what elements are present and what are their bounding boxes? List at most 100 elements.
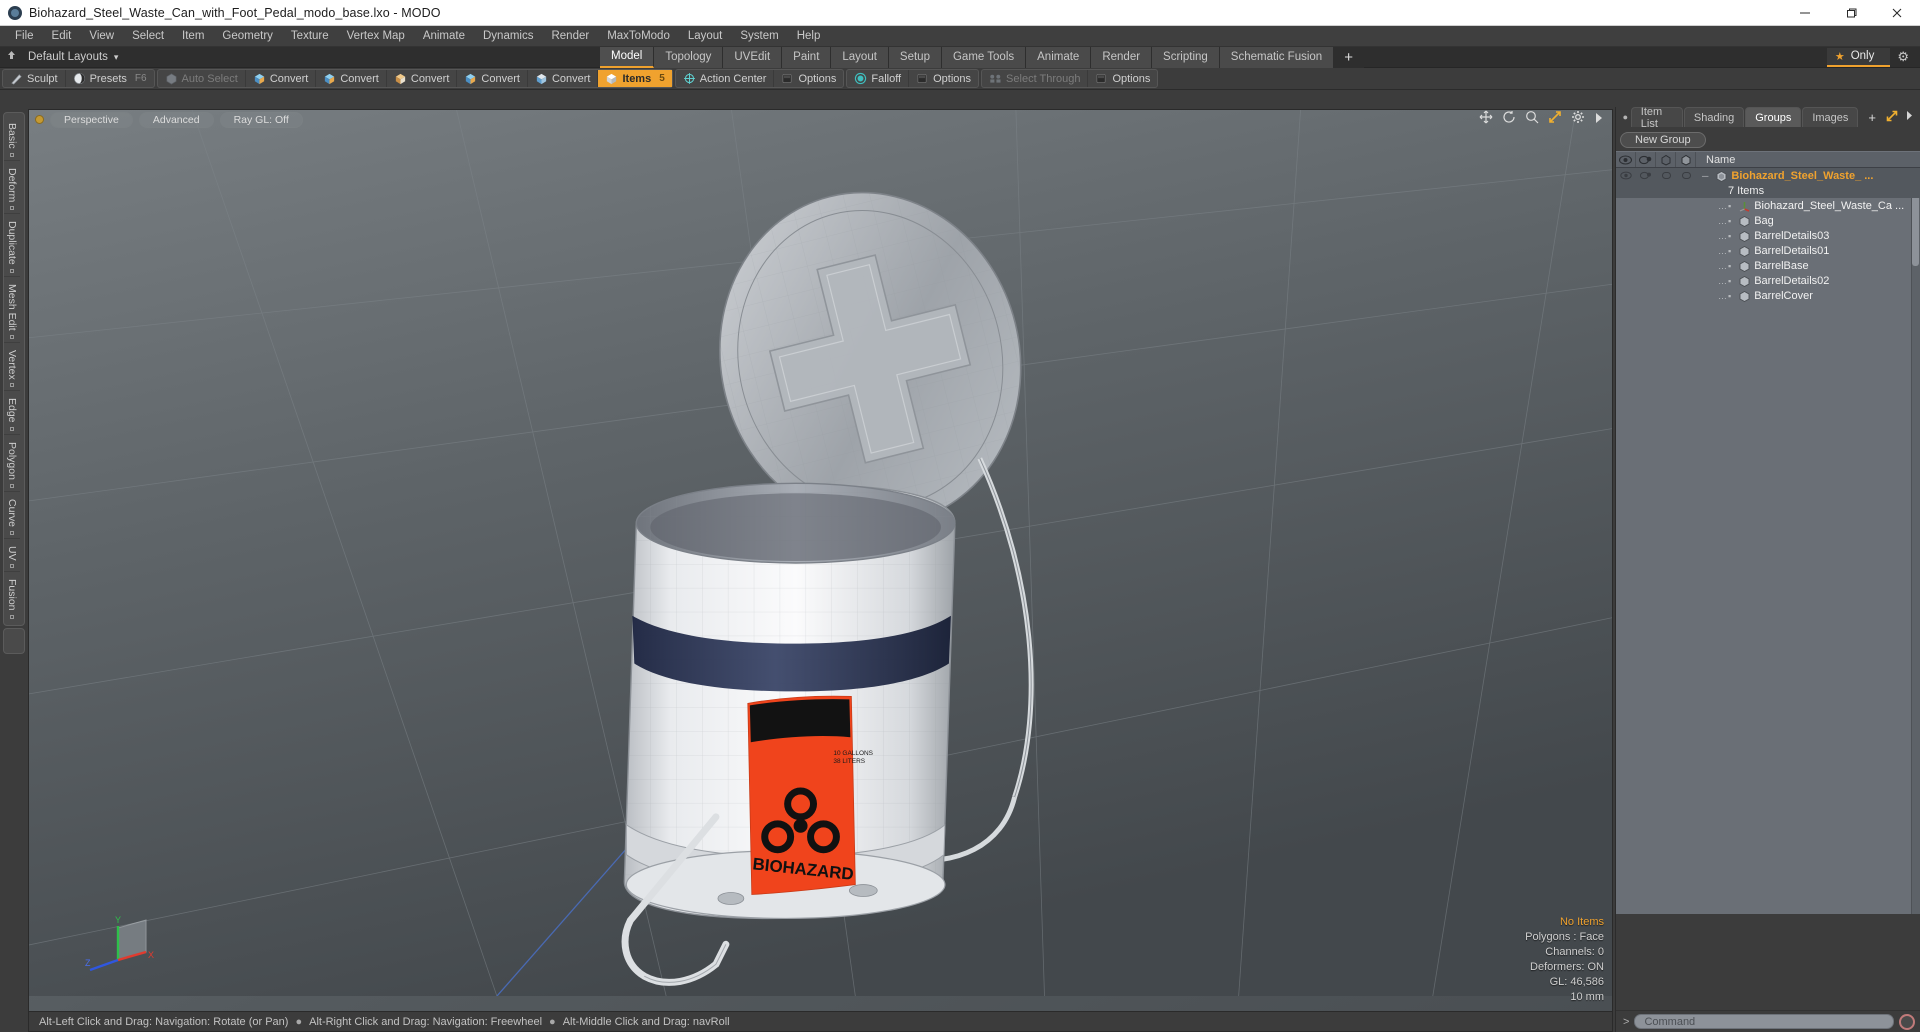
move-icon[interactable] xyxy=(1479,110,1493,129)
row-render-toggle[interactable] xyxy=(1636,258,1656,273)
menu-item-help[interactable]: Help xyxy=(788,28,830,44)
row-render-toggle[interactable] xyxy=(1636,198,1656,213)
layout-tab-layout[interactable]: Layout xyxy=(831,46,889,68)
layout-tab-scripting[interactable]: Scripting xyxy=(1152,46,1220,68)
menu-item-texture[interactable]: Texture xyxy=(282,28,338,44)
row-lock-toggle[interactable] xyxy=(1656,258,1676,273)
row-render-toggle[interactable] xyxy=(1636,168,1656,183)
panel-tab-shading[interactable]: Shading xyxy=(1683,107,1745,127)
viewport-raygl-selector[interactable]: Ray GL: Off xyxy=(219,111,303,128)
new-group-button[interactable]: New Group xyxy=(1620,132,1706,148)
row-visible-toggle[interactable] xyxy=(1616,198,1636,213)
menu-item-view[interactable]: View xyxy=(80,28,123,44)
row-render-toggle[interactable] xyxy=(1636,213,1656,228)
viewport-menu-dot-icon[interactable] xyxy=(35,115,44,124)
rail-tab-vertex[interactable]: Vertex xyxy=(4,343,20,392)
layout-tab-schematic-fusion[interactable]: Schematic Fusion xyxy=(1219,46,1335,68)
rotate-icon[interactable] xyxy=(1502,110,1516,129)
menu-item-animate[interactable]: Animate xyxy=(414,28,474,44)
tool-falloff-30[interactable]: Falloff xyxy=(847,70,910,87)
rail-tab-curve[interactable]: Curve xyxy=(4,492,20,539)
row-lock-toggle[interactable] xyxy=(1656,273,1676,288)
layout-tab-paint[interactable]: Paint xyxy=(782,46,832,68)
row-render-toggle[interactable] xyxy=(1636,288,1656,303)
tree-row[interactable]: …▪ Biohazard_Steel_Waste_Ca ... xyxy=(1616,198,1920,213)
panel-menu-dot-icon[interactable]: ● xyxy=(1620,107,1631,127)
gear-icon[interactable]: ⚙ xyxy=(1890,49,1916,65)
record-icon[interactable] xyxy=(1899,1013,1915,1030)
tool-options-41[interactable]: Options xyxy=(1088,70,1157,87)
row-lock-toggle[interactable] xyxy=(1656,243,1676,258)
column-wire-icon[interactable] xyxy=(1676,152,1696,167)
row-render-toggle[interactable] xyxy=(1636,228,1656,243)
chevron-right-icon[interactable] xyxy=(1905,110,1914,124)
tree-row[interactable]: …▪ Bag xyxy=(1616,213,1920,228)
tool-action-center-20[interactable]: Action Center xyxy=(676,70,775,87)
rail-tab-fusion[interactable]: Fusion xyxy=(4,572,20,622)
menu-item-select[interactable]: Select xyxy=(123,28,173,44)
zoom-icon[interactable] xyxy=(1525,110,1539,129)
add-panel-tab-button[interactable]: + xyxy=(1859,107,1885,127)
command-input[interactable] xyxy=(1634,1014,1894,1029)
row-wire-toggle[interactable] xyxy=(1676,243,1696,258)
tree-row[interactable]: …▪ BarrelDetails01 xyxy=(1616,243,1920,258)
layout-tab-topology[interactable]: Topology xyxy=(654,46,724,68)
row-render-toggle[interactable] xyxy=(1636,243,1656,258)
menu-item-vertex-map[interactable]: Vertex Map xyxy=(338,28,414,44)
tree-row[interactable]: …▪ BarrelCover xyxy=(1616,288,1920,303)
add-layout-tab-button[interactable]: + xyxy=(1334,46,1364,68)
tool-convert-11[interactable]: Convert xyxy=(246,70,317,87)
row-visible-toggle[interactable] xyxy=(1616,168,1636,183)
row-render-toggle[interactable] xyxy=(1636,273,1656,288)
fit-icon[interactable] xyxy=(1548,110,1562,129)
default-layouts-label[interactable]: Default Layouts xyxy=(22,51,114,63)
rail-tab-polygon[interactable]: Polygon xyxy=(4,435,20,492)
layout-tab-setup[interactable]: Setup xyxy=(888,46,942,68)
tool-sculpt-00[interactable]: Sculpt xyxy=(3,70,66,87)
tool-convert-13[interactable]: Convert xyxy=(387,70,458,87)
row-visible-toggle[interactable] xyxy=(1616,213,1636,228)
panel-tab-item-list[interactable]: Item List xyxy=(1630,106,1683,130)
tool-convert-14[interactable]: Convert xyxy=(457,70,528,87)
tool-options-31[interactable]: Options xyxy=(909,70,978,87)
row-wire-toggle[interactable] xyxy=(1676,213,1696,228)
row-visible-toggle[interactable] xyxy=(1616,288,1636,303)
chevron-right-icon[interactable] xyxy=(1594,111,1604,129)
column-render-icon[interactable] xyxy=(1636,152,1656,167)
row-lock-toggle[interactable] xyxy=(1656,288,1676,303)
layout-tab-uvedit[interactable]: UVEdit xyxy=(723,46,783,68)
layout-caret-icon[interactable]: ▾ xyxy=(114,52,125,63)
tree-row[interactable]: …▪ BarrelBase xyxy=(1616,258,1920,273)
row-wire-toggle[interactable] xyxy=(1676,273,1696,288)
row-wire-toggle[interactable] xyxy=(1676,228,1696,243)
viewport-shading-selector[interactable]: Advanced xyxy=(138,111,214,128)
row-wire-toggle[interactable] xyxy=(1676,168,1696,183)
tool-convert-15[interactable]: Convert xyxy=(528,70,599,87)
panel-tab-images[interactable]: Images xyxy=(1802,107,1859,127)
column-lock-icon[interactable] xyxy=(1656,152,1676,167)
row-visible-toggle[interactable] xyxy=(1616,273,1636,288)
layout-tab-animate[interactable]: Animate xyxy=(1026,46,1092,68)
menu-item-maxtomodo[interactable]: MaxToModo xyxy=(598,28,679,44)
tree-row[interactable]: ─ Biohazard_Steel_Waste_ ... xyxy=(1616,168,1920,183)
rail-tab-edge[interactable]: Edge xyxy=(4,391,20,435)
column-visible-icon[interactable] xyxy=(1616,152,1636,167)
layout-tab-model[interactable]: Model xyxy=(600,46,655,68)
tree-row[interactable]: …▪ BarrelDetails03 xyxy=(1616,228,1920,243)
minimize-button[interactable] xyxy=(1782,0,1828,25)
row-lock-toggle[interactable] xyxy=(1656,168,1676,183)
panel-tab-groups[interactable]: Groups xyxy=(1745,107,1802,127)
close-button[interactable] xyxy=(1874,0,1920,25)
rail-tab-duplicate[interactable]: Duplicate xyxy=(4,214,20,277)
row-wire-toggle[interactable] xyxy=(1676,288,1696,303)
tool-select-through-40[interactable]: Select Through xyxy=(982,70,1089,87)
menu-item-render[interactable]: Render xyxy=(542,28,598,44)
row-visible-toggle[interactable] xyxy=(1616,243,1636,258)
layout-tab-game-tools[interactable]: Game Tools xyxy=(941,46,1027,68)
menu-item-file[interactable]: File xyxy=(6,28,43,44)
group-tree[interactable]: ─ Biohazard_Steel_Waste_ ... 7 Items …▪ Bioh… xyxy=(1616,168,1920,914)
layout-tab-render[interactable]: Render xyxy=(1091,46,1153,68)
menu-item-item[interactable]: Item xyxy=(173,28,213,44)
tool-options-21[interactable]: Options xyxy=(774,70,843,87)
rail-tab-basic[interactable]: Basic xyxy=(4,116,20,161)
